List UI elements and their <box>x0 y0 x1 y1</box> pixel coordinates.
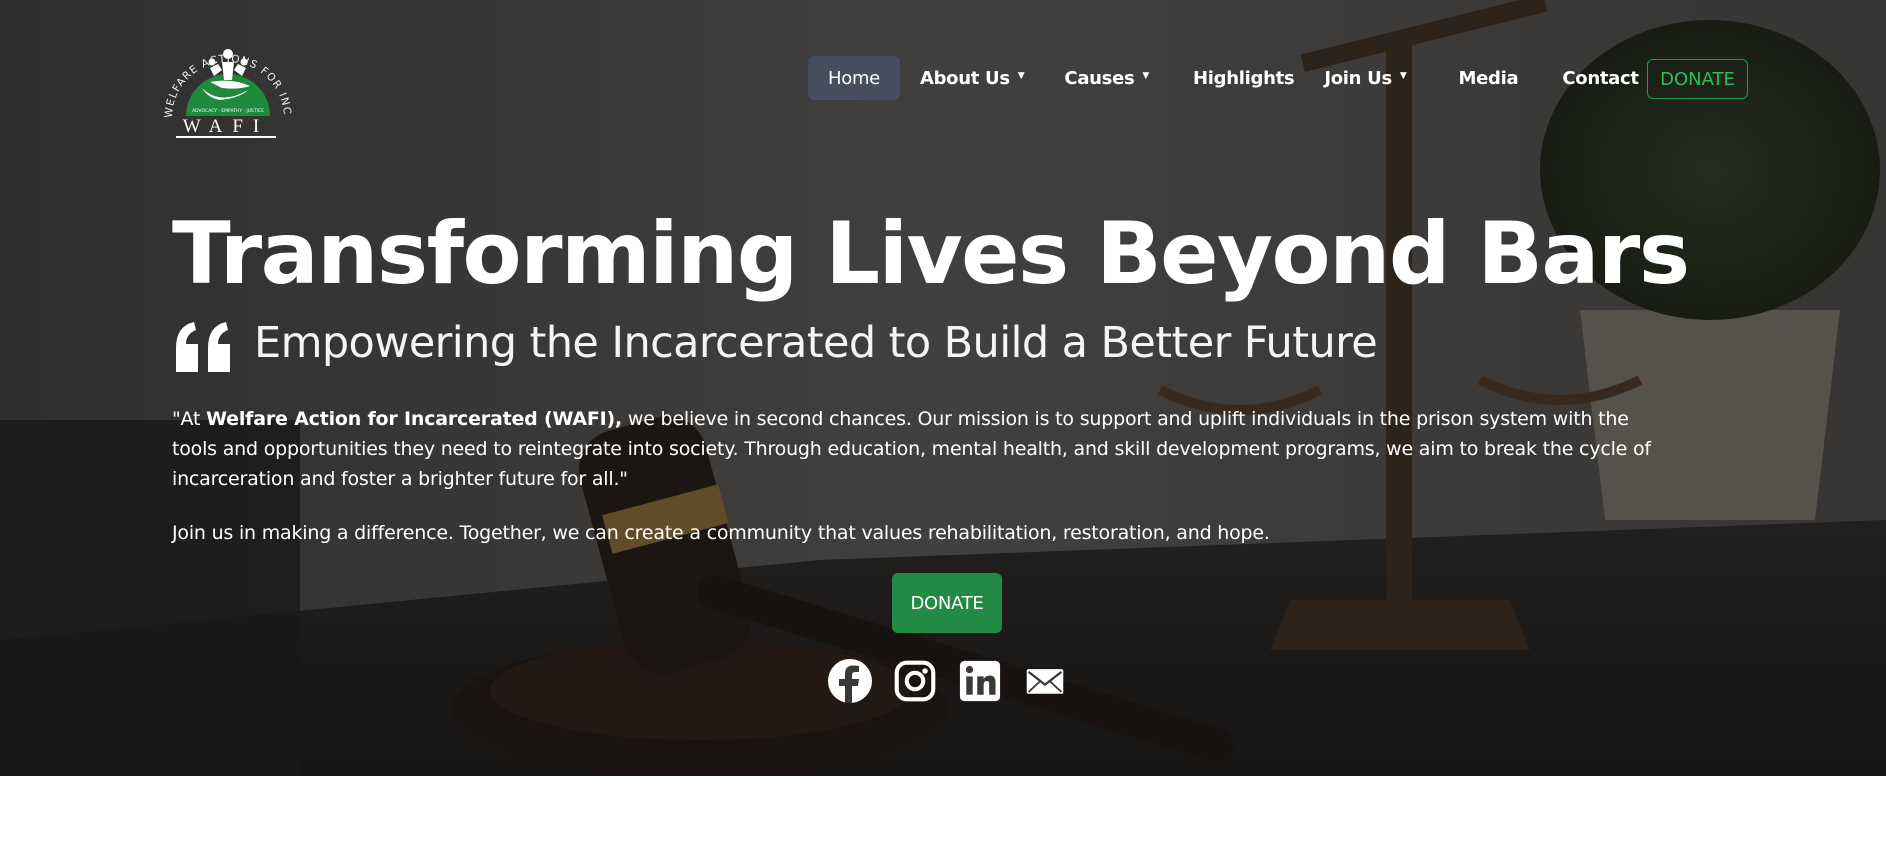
logo-wordmark: WAFI <box>182 116 270 137</box>
nav-item-causes[interactable]: Causes ▼ <box>1044 56 1169 100</box>
nav-item-about-us[interactable]: About Us ▼ <box>900 56 1044 100</box>
nav-item-label: Highlights <box>1193 67 1295 89</box>
instagram-icon[interactable] <box>892 658 938 704</box>
hero-section: WELFARE ACTIONS FOR INCARCERATED ADVOCAC… <box>0 0 1886 776</box>
facebook-icon[interactable] <box>827 658 873 704</box>
main-nav: Home About Us ▼ Causes ▼ Highlights Join U… <box>808 56 1659 100</box>
hero-donate-button[interactable]: DONATE <box>892 573 1002 633</box>
hero-subheadline: Empowering the Incarcerated to Build a B… <box>254 318 1378 368</box>
nav-item-label: Contact <box>1562 67 1639 89</box>
nav-item-label: Home <box>828 67 880 89</box>
caret-down-icon: ▼ <box>1399 71 1407 81</box>
nav-item-media[interactable]: Media <box>1427 56 1543 100</box>
nav-item-label: Causes <box>1064 67 1135 89</box>
hero-mission-paragraph: "At Welfare Action for Incarcerated (WAF… <box>172 404 1652 494</box>
quote-icon <box>176 322 230 372</box>
nav-item-label: Join Us <box>1324 67 1392 89</box>
mission-text-prefix: "At <box>172 408 207 430</box>
logo-underline <box>176 136 276 138</box>
caret-down-icon: ▼ <box>1017 71 1025 81</box>
linkedin-icon[interactable] <box>957 658 1003 704</box>
nav-item-label: About Us <box>919 67 1010 89</box>
nav-item-join-us[interactable]: Join Us ▼ <box>1304 56 1426 100</box>
hero-headline: Transforming Lives Beyond Bars <box>172 204 1690 304</box>
mission-org-name: Welfare Action for Incarcerated (WAFI), <box>206 408 623 430</box>
logo-tagline: ADVOCACY · EMPATHY · JUSTICE <box>192 108 264 114</box>
nav-item-label: Media <box>1458 67 1519 89</box>
email-icon[interactable] <box>1022 658 1068 704</box>
nav-donate-button[interactable]: DONATE <box>1647 59 1748 99</box>
caret-down-icon: ▼ <box>1142 71 1150 81</box>
nav-item-highlights[interactable]: Highlights <box>1169 56 1304 100</box>
nav-item-contact[interactable]: Contact <box>1542 56 1658 100</box>
hero-invite-paragraph: Join us in making a difference. Together… <box>172 522 1270 544</box>
nav-item-home[interactable]: Home <box>808 56 900 100</box>
